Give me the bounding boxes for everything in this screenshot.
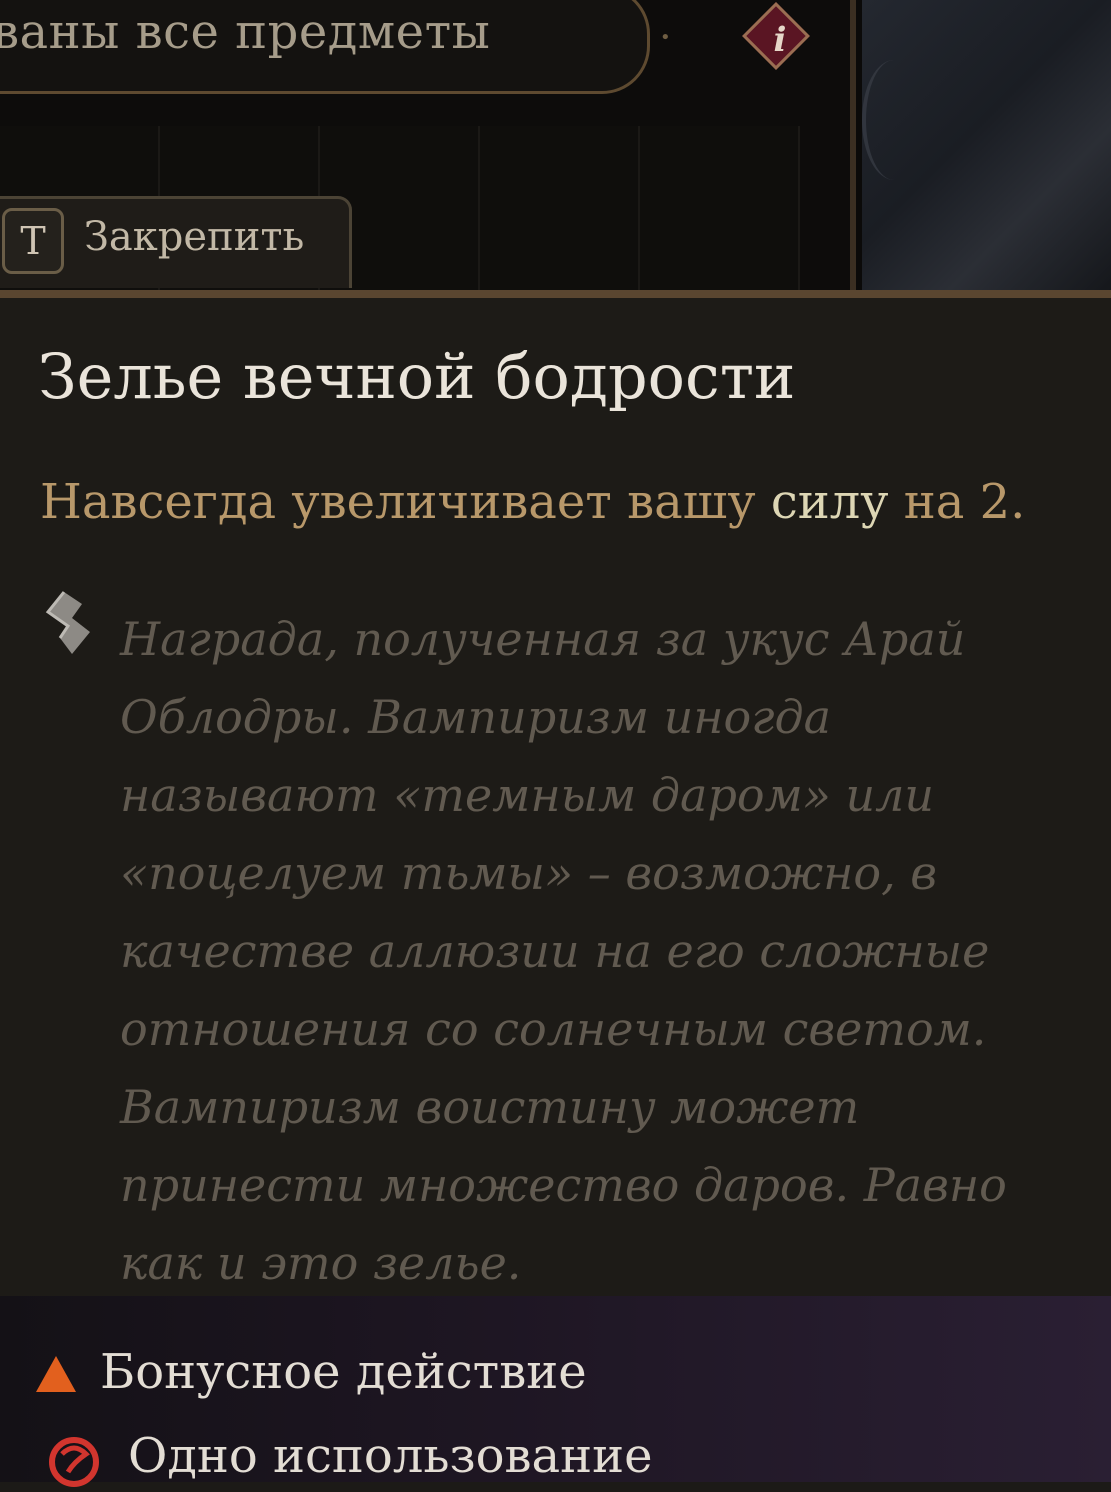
cost-single-use: Одно использование bbox=[128, 1428, 653, 1484]
single-use-icon bbox=[49, 1437, 99, 1487]
item-title: Зелье вечной бодрости bbox=[38, 340, 796, 413]
item-effect: Навсегда увеличивает вашу силу на 2. bbox=[40, 474, 1025, 530]
info-glyph: i bbox=[773, 20, 787, 60]
inventory-slot[interactable] bbox=[640, 126, 800, 290]
panel-divider bbox=[850, 0, 856, 290]
quill-icon bbox=[45, 591, 90, 654]
filter-text: ваны все предметы bbox=[0, 4, 491, 60]
pin-key-hint: T bbox=[2, 208, 64, 274]
effect-highlight-link[interactable]: силу bbox=[771, 474, 889, 530]
bonus-action-triangle-icon bbox=[36, 1356, 76, 1392]
effect-prefix: Навсегда увеличивает вашу bbox=[40, 474, 771, 530]
tooltip-top-border bbox=[0, 290, 1111, 298]
filter-arrow-icon: • bbox=[660, 27, 671, 48]
item-flavor-text: Награда, полученная за укус Арай Облодры… bbox=[120, 612, 1007, 1290]
pin-button-label: Закрепить bbox=[84, 214, 305, 260]
inventory-slot[interactable] bbox=[480, 126, 640, 290]
effect-suffix: на 2. bbox=[888, 474, 1026, 530]
cost-bonus-action: Бонусное действие bbox=[100, 1344, 587, 1400]
portrait-detail bbox=[862, 60, 926, 180]
